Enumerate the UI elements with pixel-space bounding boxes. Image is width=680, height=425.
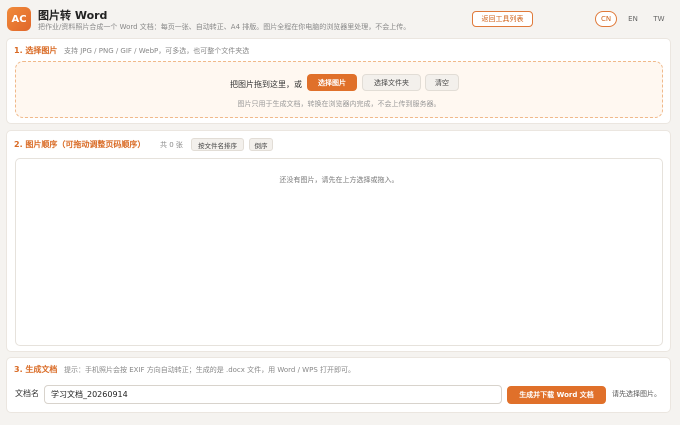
section1-hint: 支持 JPG / PNG / GIF / WebP，可多选，也可整个文件夹选 bbox=[64, 47, 250, 55]
image-order-panel: 2. 图片顺序（可拖动调整页码顺序） 共 0 张 按文件名排序 倒序 还没有图片… bbox=[6, 130, 671, 352]
lang-tw-button[interactable]: TW bbox=[649, 11, 669, 27]
section3-hint: 提示：手机照片会按 EXIF 方向自动转正；生成的是 .docx 文件，用 Wo… bbox=[64, 366, 355, 374]
image-dropzone[interactable]: 把图片拖到这里，或 选择图片 选择文件夹 清空 图片只用于生成文档，转换在浏览器… bbox=[15, 61, 663, 118]
reverse-order-button[interactable]: 倒序 bbox=[249, 138, 273, 151]
app-logo: AC bbox=[7, 7, 31, 31]
choose-folder-button[interactable]: 选择文件夹 bbox=[362, 74, 421, 91]
app-title: 图片转 Word bbox=[38, 9, 108, 22]
choose-images-button[interactable]: 选择图片 bbox=[307, 74, 357, 91]
status-text: 请先选择图片。 bbox=[612, 390, 661, 398]
section2-title: 2. 图片顺序（可拖动调整页码顺序） bbox=[14, 140, 146, 149]
filename-input[interactable] bbox=[44, 385, 502, 404]
app-subtitle: 把作业/资料照片合成一个 Word 文档：每页一张、自动转正、A4 排版。图片全… bbox=[38, 23, 411, 31]
lang-en-button[interactable]: EN bbox=[623, 11, 643, 27]
drop-text: 把图片拖到这里，或 bbox=[230, 80, 302, 89]
generate-panel: 3. 生成文档 提示：手机照片会按 EXIF 方向自动转正；生成的是 .docx… bbox=[6, 357, 671, 413]
back-to-tools-button[interactable]: 返回工具列表 bbox=[472, 11, 533, 27]
section3-title: 3. 生成文档 bbox=[14, 365, 58, 374]
image-count: 共 0 张 bbox=[160, 141, 183, 149]
lang-cn-button[interactable]: CN bbox=[595, 11, 617, 27]
image-list[interactable]: 还没有图片，请先在上方选择或拖入。 bbox=[15, 158, 663, 346]
sort-by-name-button[interactable]: 按文件名排序 bbox=[191, 138, 244, 151]
filename-label: 文档名 bbox=[15, 389, 39, 398]
app-header: AC 图片转 Word 把作业/资料照片合成一个 Word 文档：每页一张、自动… bbox=[0, 0, 680, 36]
clear-button[interactable]: 清空 bbox=[425, 74, 459, 91]
generate-download-button[interactable]: 生成并下载 Word 文档 bbox=[507, 386, 606, 404]
privacy-note: 图片只用于生成文档，转换在浏览器内完成，不会上传到服务器。 bbox=[237, 100, 441, 108]
empty-list-text: 还没有图片，请先在上方选择或拖入。 bbox=[279, 176, 399, 184]
section1-title: 1. 选择图片 bbox=[14, 46, 58, 55]
select-images-panel: 1. 选择图片 支持 JPG / PNG / GIF / WebP，可多选，也可… bbox=[6, 38, 671, 124]
